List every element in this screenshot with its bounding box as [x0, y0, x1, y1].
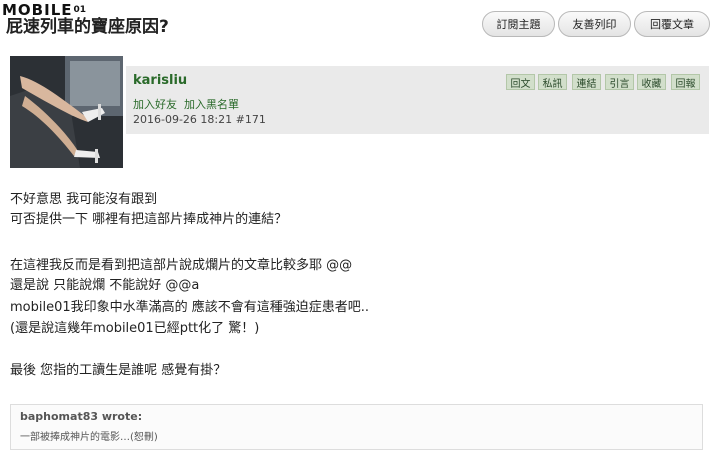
post-line: 最後 您指的工讀生是誰呢 感覺有掛？: [10, 363, 227, 378]
subscribe-button[interactable]: 訂閱主題: [482, 11, 555, 37]
add-friend-link[interactable]: 加入好友: [133, 96, 177, 112]
avatar[interactable]: [10, 56, 123, 168]
post-line: 不好意思 我可能沒有跟到: [10, 192, 158, 207]
post-line: 還是說 只能說爛 不能說好 @@a: [10, 278, 200, 293]
link-button[interactable]: 連結: [572, 74, 601, 90]
add-blacklist-link[interactable]: 加入黑名單: [184, 96, 239, 112]
post-date: 2016-09-26 18:21: [133, 113, 233, 126]
post-line: 可否提供一下 哪裡有把這部片捧成神片的連結？: [10, 212, 288, 227]
post-line: mobile01我印象中水準滿高的 應該不會有這種強迫症患者吧..: [10, 300, 370, 315]
quote-text: 一部被捧成神片的電影…(恕刪): [20, 432, 158, 443]
post-meta: 2016-09-26 18:21 #171: [133, 113, 266, 126]
post-line: (還是說這幾年mobile01已經ptt化了 驚！): [10, 321, 260, 336]
reply-article-button[interactable]: 回覆文章: [634, 11, 710, 37]
quote-button[interactable]: 引言: [605, 74, 634, 90]
report-button[interactable]: 回報: [671, 74, 700, 90]
favorite-button[interactable]: 收藏: [637, 74, 666, 90]
username[interactable]: karisliu: [133, 73, 187, 88]
quote-author: baphomat83 wrote:: [20, 410, 143, 423]
print-button[interactable]: 友善列印: [558, 11, 631, 37]
post-number: #171: [235, 113, 266, 126]
avatar-image: [10, 56, 123, 168]
post-line: 在這裡我反而是看到把這部片說成爛片的文章比較多耶 @@: [10, 258, 353, 273]
page-title: 屁速列車的寶座原因?: [6, 17, 169, 37]
reply-button[interactable]: 回文: [506, 74, 535, 90]
message-button[interactable]: 私訊: [538, 74, 567, 90]
